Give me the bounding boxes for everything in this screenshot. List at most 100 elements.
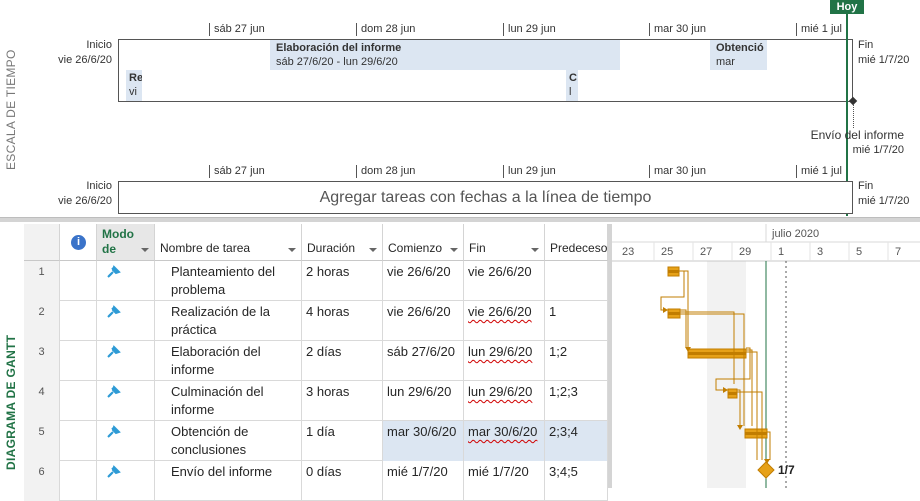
column-header-duration[interactable]: Duración <box>302 224 383 261</box>
gantt-bar-progress <box>668 312 680 315</box>
task-name-cell[interactable]: Culminación del informe <box>155 381 302 421</box>
timeline-area[interactable]: sáb 27 jun dom 28 jun lun 29 jun mar 30 … <box>24 0 920 216</box>
duration-cell[interactable]: 2 días <box>302 341 383 381</box>
column-header-predecessors[interactable]: Predeceso <box>545 224 608 261</box>
chevron-down-icon[interactable] <box>141 248 149 252</box>
table-row[interactable]: 6 Envío del informe 0 días mié 1/7/20 mié 1/… <box>24 461 608 501</box>
mode-cell[interactable] <box>97 461 155 501</box>
column-header-info[interactable]: i <box>60 224 97 261</box>
task-name-cell[interactable]: Planteamiento del problema <box>155 261 302 301</box>
predecessors-cell[interactable] <box>545 261 608 301</box>
table-row[interactable]: 4 Culminación del informe 3 horas lun 29/6/2… <box>24 381 608 421</box>
column-header-finish[interactable]: Fin <box>464 224 545 261</box>
table-row[interactable]: 5 Obtención de conclusiones 1 día mar 30/6/2… <box>24 421 608 461</box>
finish-cell[interactable]: vie 26/6/20 <box>464 261 545 301</box>
column-header-mode[interactable]: Modo de <box>97 224 155 261</box>
info-cell[interactable] <box>60 261 97 301</box>
row-number[interactable]: 2 <box>24 301 60 341</box>
task-grid[interactable]: i Modo de Nombre de tarea Duración Comie… <box>24 224 608 501</box>
task-name-cell[interactable]: Envío del informe <box>155 461 302 501</box>
timeline-finish: Fin mié 1/7/20 <box>858 180 910 207</box>
timeline-task-realizacion[interactable]: Re vi <box>126 70 142 101</box>
duration-cell[interactable]: 3 horas <box>302 381 383 421</box>
task-name-line1: Envío del informe <box>171 464 273 479</box>
mode-cell[interactable] <box>97 341 155 381</box>
timeline-start: Inicio vie 26/6/20 <box>58 180 112 207</box>
finish-cell[interactable]: mié 1/7/20 <box>464 461 545 501</box>
start-cell[interactable]: mar 30/6/20 <box>383 421 464 461</box>
timescale-month: julio 2020 <box>771 228 819 240</box>
column-header-start[interactable]: Comienzo <box>383 224 464 261</box>
start-cell[interactable]: vie 26/6/20 <box>383 301 464 341</box>
dependency-link <box>660 270 685 311</box>
duration-cell[interactable]: 4 horas <box>302 301 383 341</box>
info-cell[interactable] <box>60 421 97 461</box>
timeline-finish: Fin mié 1/7/20 <box>858 39 910 66</box>
predecessors-cell[interactable]: 1;2 <box>545 341 608 381</box>
duration-cell[interactable]: 1 día <box>302 421 383 461</box>
gantt-chart[interactable]: julio 2020 23 25 27 29 1 3 5 7 1/7 <box>612 224 920 488</box>
nonworking-shading <box>707 261 746 488</box>
start-value: vie 26/6/20 <box>387 304 451 319</box>
task-name-line2: problema <box>171 282 226 297</box>
timeline-tick: mar 30 jun <box>649 165 706 178</box>
timeline-placeholder: Agregar tareas con fechas a la línea de … <box>319 189 652 206</box>
row-number[interactable]: 5 <box>24 421 60 461</box>
row-number[interactable]: 4 <box>24 381 60 421</box>
row-number[interactable]: 6 <box>24 461 60 501</box>
row-number[interactable]: 3 <box>24 341 60 381</box>
table-row[interactable]: 2 Realización de la práctica 4 horas vie 26/… <box>24 301 608 341</box>
task-name-cell[interactable]: Obtención de conclusiones <box>155 421 302 461</box>
section-divider[interactable] <box>0 217 920 222</box>
finish-cell[interactable]: mar 30/6/20 <box>464 421 545 461</box>
predecessors-cell[interactable]: 2;3;4 <box>545 421 608 461</box>
predecessors-cell[interactable]: 1;2;3 <box>545 381 608 421</box>
mode-cell[interactable] <box>97 381 155 421</box>
start-cell[interactable]: vie 26/6/20 <box>383 261 464 301</box>
start-cell[interactable]: mié 1/7/20 <box>383 461 464 501</box>
task-name-line1: Elaboración del <box>171 344 261 359</box>
info-cell[interactable] <box>60 461 97 501</box>
timeline-milestone-label: Envío del informe mié 1/7/20 <box>810 128 904 156</box>
info-cell[interactable] <box>60 381 97 421</box>
pin-icon <box>107 345 121 358</box>
predecessors-cell[interactable]: 3;4;5 <box>545 461 608 501</box>
timeline-task-elaboracion[interactable]: Elaboración del informe sáb 27/6/20 - lun… <box>270 40 620 70</box>
table-row[interactable]: 1 Planteamiento del problema 2 horas vie 26/… <box>24 261 608 301</box>
finish-cell[interactable]: lun 29/6/20 <box>464 341 545 381</box>
task-name-line2: informe <box>171 402 215 417</box>
column-header-name[interactable]: Nombre de tarea <box>155 224 302 261</box>
chevron-down-icon[interactable] <box>369 248 377 252</box>
duration-cell[interactable]: 0 días <box>302 461 383 501</box>
finish-cell[interactable]: lun 29/6/20 <box>464 381 545 421</box>
pin-icon <box>107 265 121 278</box>
info-cell[interactable] <box>60 301 97 341</box>
info-cell[interactable] <box>60 341 97 381</box>
finish-cell[interactable]: vie 26/6/20 <box>464 301 545 341</box>
start-cell[interactable]: lun 29/6/20 <box>383 381 464 421</box>
timescale-day: 25 <box>661 246 673 258</box>
column-header-mode-label: Modo de <box>102 227 134 256</box>
chevron-down-icon[interactable] <box>450 248 458 252</box>
timeline-start: Inicio vie 26/6/20 <box>58 39 112 66</box>
row-number[interactable]: 1 <box>24 261 60 301</box>
finish-value: mar 30/6/20 <box>468 424 538 439</box>
column-header-finish-label: Fin <box>469 241 486 255</box>
chevron-down-icon[interactable] <box>531 248 539 252</box>
task-name-cell[interactable]: Elaboración del informe <box>155 341 302 381</box>
pin-icon <box>107 305 121 318</box>
task-name-cell[interactable]: Realización de la práctica <box>155 301 302 341</box>
select-all-corner[interactable] <box>24 224 60 261</box>
timeline-add-tasks-box[interactable]: Agregar tareas con fechas a la línea de … <box>118 181 853 214</box>
duration-cell[interactable]: 2 horas <box>302 261 383 301</box>
timeline-task-obtencion[interactable]: Obtenció mar <box>710 40 767 70</box>
mode-cell[interactable] <box>97 261 155 301</box>
predecessors-cell[interactable]: 1 <box>545 301 608 341</box>
mode-cell[interactable] <box>97 301 155 341</box>
timeline-tick: mar 30 jun <box>649 23 706 36</box>
start-cell[interactable]: sáb 27/6/20 <box>383 341 464 381</box>
chevron-down-icon[interactable] <box>288 248 296 252</box>
timeline-task-culminacion[interactable]: Cl <box>566 70 578 101</box>
mode-cell[interactable] <box>97 421 155 461</box>
table-row[interactable]: 3 Elaboración del informe 2 días sáb 27/6/20… <box>24 341 608 381</box>
